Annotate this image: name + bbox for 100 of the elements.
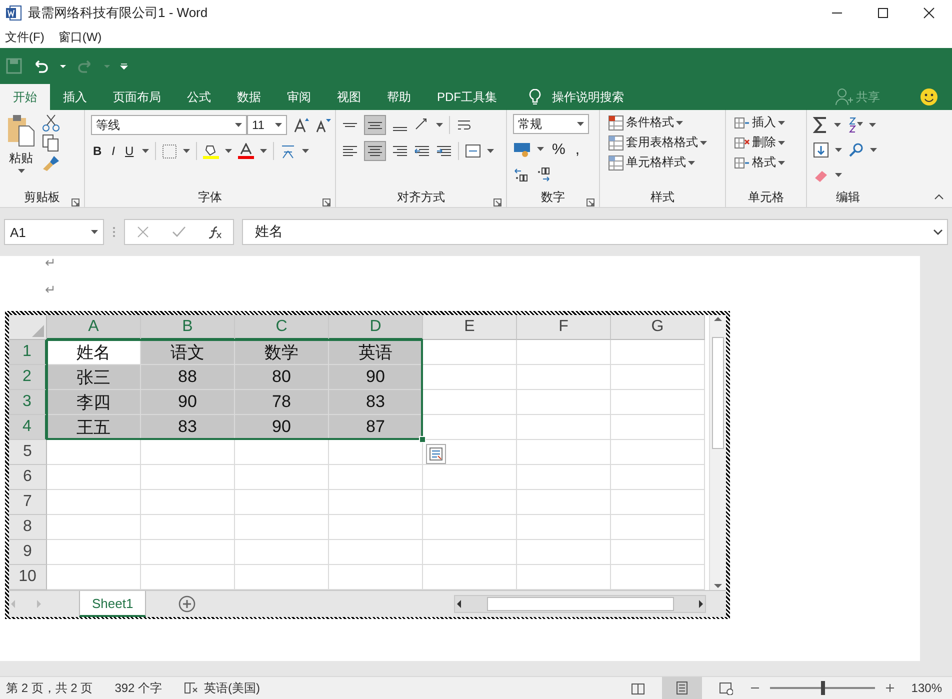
row-header[interactable]: 9 [9,540,47,565]
format-button[interactable]: U [123,144,136,158]
scroll-right-icon[interactable] [697,599,705,609]
format-button[interactable]: B [91,144,104,158]
row-header[interactable]: 1 [9,340,47,365]
ribbon-tab[interactable]: PDF工具集 [424,84,510,110]
number-format-field[interactable]: 常规 [513,114,589,134]
collapse-ribbon-icon[interactable] [934,193,944,200]
caret-icon[interactable] [260,149,267,153]
cells-menu-button[interactable]: 格式 [732,154,787,171]
ribbon-tab[interactable]: 插入 [50,84,100,110]
cells-menu-button[interactable]: 删除 [732,134,787,151]
caret-icon[interactable] [537,147,544,151]
grow-font-icon[interactable] [293,117,309,133]
caret-icon[interactable] [302,149,309,153]
add-sheet-icon[interactable] [178,595,196,613]
number-style-button[interactable]: , [573,140,582,158]
name-box[interactable]: A1 [4,219,104,245]
column-header[interactable]: A [47,315,141,340]
dialog-launcher-icon[interactable] [586,198,595,207]
decrease-indent-icon[interactable] [414,146,430,156]
align-left-icon[interactable] [342,146,358,156]
caret-icon[interactable] [235,123,242,127]
tell-me-field[interactable]: 操作说明搜索 [552,88,624,106]
zoom-in-icon[interactable] [885,683,896,693]
dialog-launcher-icon[interactable] [493,198,502,207]
expand-chevron-icon[interactable] [933,228,943,236]
column-header[interactable]: F [517,315,611,340]
quick-analysis-button[interactable] [426,444,446,464]
scroll-up-icon[interactable] [713,315,723,323]
row-header[interactable]: 3 [9,390,47,415]
row-header[interactable]: 6 [9,465,47,490]
number-style-button[interactable]: % [550,140,568,158]
smiley-icon[interactable] [920,88,938,106]
fill-down-icon[interactable] [813,142,829,158]
check-icon[interactable] [172,225,186,239]
merge-cells-icon[interactable] [465,143,481,159]
search-icon[interactable] [848,142,864,158]
sheet-tab[interactable]: Sheet1 [79,591,146,617]
fill-color-icon[interactable] [202,143,219,159]
drag-handle-icon[interactable] [112,226,116,238]
caret-icon[interactable] [676,120,683,124]
font-size-field[interactable]: 11 [247,115,287,135]
caret-icon[interactable] [835,148,842,152]
row-header[interactable]: 10 [9,565,47,590]
function-icon[interactable] [208,225,222,239]
caret-icon[interactable] [487,149,494,153]
caret-icon[interactable] [869,123,876,127]
column-header[interactable]: D [329,315,423,340]
copy-icon[interactable] [42,134,60,152]
caret-icon[interactable] [18,169,24,173]
caret-icon[interactable] [436,123,443,127]
formula-field[interactable]: 姓名 [242,219,948,245]
column-header[interactable]: E [423,315,517,340]
caret-icon[interactable] [700,140,707,144]
caret-icon[interactable] [224,149,232,153]
row-header[interactable]: 7 [9,490,47,515]
scroll-left-icon[interactable] [455,599,463,609]
font-color-icon[interactable] [238,143,254,159]
style-menu-button[interactable]: 套用表格格式 [606,134,709,151]
currency-icon[interactable] [513,141,531,157]
caret-icon[interactable] [778,120,785,124]
row-header[interactable]: 4 [9,415,47,440]
embedded-sheet-frame[interactable]: A B C D E F G 1 姓名 语文 数学 英语 2 张三 88 80 90 3 李四 90 78 83 4 王五 83 90 87 5 6 7 8 9 10 Sheet1 [5,311,730,619]
decrease-decimal-icon[interactable] [535,167,551,183]
increase-indent-icon[interactable] [436,146,452,156]
ribbon-tab[interactable]: 视图 [324,84,374,110]
menu-item[interactable]: 文件(F) [5,28,44,46]
paintbrush-icon[interactable] [42,154,60,172]
caret-icon[interactable] [778,140,785,144]
ribbon-tab[interactable]: 开始 [0,84,50,110]
ribbon-tab[interactable]: 公式 [174,84,224,110]
scissors-icon[interactable] [42,114,60,132]
menu-item[interactable]: 窗口(W) [58,28,102,46]
style-menu-button[interactable]: 单元格样式 [606,154,709,171]
column-header[interactable]: C [235,315,329,340]
proofing-icon[interactable] [184,681,198,695]
paste-button[interactable]: 粘贴 [6,114,36,187]
dialog-launcher-icon[interactable] [71,198,80,207]
ribbon-tab[interactable]: 数据 [224,84,274,110]
dropdown-caret-icon[interactable] [60,64,66,68]
caret-icon[interactable] [778,160,785,164]
caret-icon[interactable] [834,123,841,127]
customize-toolbar-icon[interactable] [120,62,128,70]
fill-handle[interactable] [419,436,426,443]
sum-icon[interactable] [813,116,828,134]
align-top-icon[interactable] [342,123,358,127]
shrink-font-icon[interactable] [315,117,331,133]
caret-icon[interactable] [688,160,695,164]
caret-icon[interactable] [870,148,877,152]
ribbon-tab[interactable]: 帮助 [374,84,424,110]
person-add-icon[interactable] [835,88,853,106]
cells-menu-button[interactable]: 插入 [732,114,787,131]
zoom-percentage[interactable]: 130% [911,681,942,695]
column-header[interactable]: G [611,315,705,340]
column-header[interactable]: B [141,315,235,340]
format-button[interactable]: I [110,144,118,158]
caret-icon[interactable] [275,123,282,127]
view-button[interactable] [662,677,702,699]
sort-filter-icon[interactable] [847,116,863,134]
